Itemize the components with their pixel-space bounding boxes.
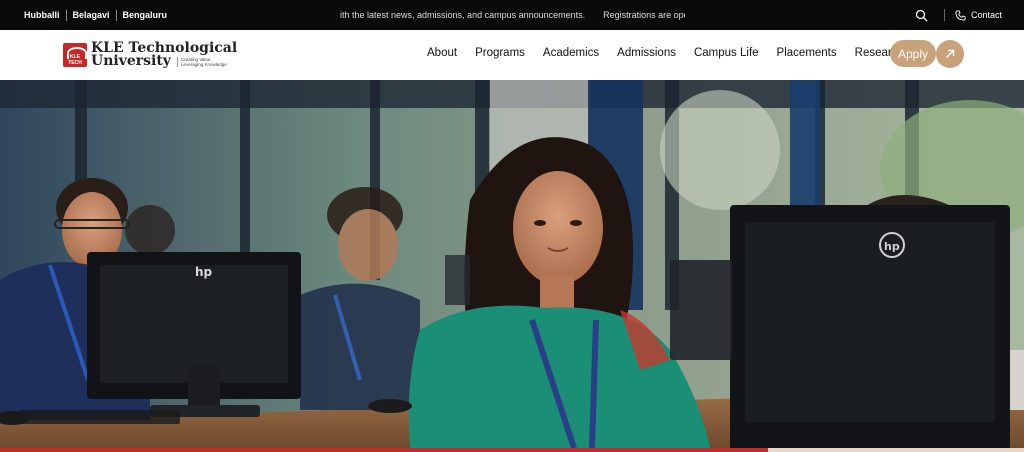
ticker-item: ith the latest news, admissions, and cam… <box>340 10 586 20</box>
nav-admissions[interactable]: Admissions <box>617 47 676 59</box>
campus-links: Hubballi Belagavi Bengaluru <box>24 0 173 30</box>
nav-programs[interactable]: Programs <box>475 47 525 59</box>
news-ticker[interactable]: ith the latest news, admissions, and cam… <box>340 0 685 30</box>
hero-image: hp hp <box>0 80 1024 448</box>
hero-banner[interactable]: hp hp <box>0 80 1024 448</box>
campus-link-belagavi[interactable]: Belagavi <box>65 9 116 21</box>
primary-nav: About Programs Academics Admissions Camp… <box>427 30 922 76</box>
contact-link[interactable]: Contact <box>955 9 1002 21</box>
top-utility-bar: Hubballi Belagavi Bengaluru ith the late… <box>0 0 1024 30</box>
search-button[interactable] <box>912 5 932 25</box>
nav-placements[interactable]: Placements <box>777 47 837 59</box>
university-logo[interactable]: KLE TECH KLE Technological University Cr… <box>63 41 237 69</box>
logo-mark-icon: KLE TECH <box>63 43 87 67</box>
nav-about[interactable]: About <box>427 47 457 59</box>
slider-progress-bar <box>0 448 1024 452</box>
search-icon <box>916 9 928 21</box>
phone-icon <box>955 9 966 21</box>
campus-link-bengaluru[interactable]: Bengaluru <box>115 9 174 21</box>
nav-campus-life[interactable]: Campus Life <box>694 47 759 59</box>
slider-progress-fill <box>0 448 768 452</box>
contact-label: Contact <box>970 10 1002 20</box>
svg-text:hp: hp <box>884 240 900 253</box>
apply-button[interactable]: Apply <box>890 40 936 67</box>
svg-text:hp: hp <box>195 265 213 279</box>
ticker-item: Registrations are open until 19th D <box>603 10 685 20</box>
arrow-up-right-icon <box>946 49 955 58</box>
divider <box>943 9 945 21</box>
apply-arrow-button[interactable] <box>936 40 964 68</box>
nav-academics[interactable]: Academics <box>543 47 599 59</box>
campus-link-hubballi[interactable]: Hubballi <box>24 10 66 21</box>
logo-tagline: Creating Value, Leveraging Knowledge <box>177 57 231 67</box>
